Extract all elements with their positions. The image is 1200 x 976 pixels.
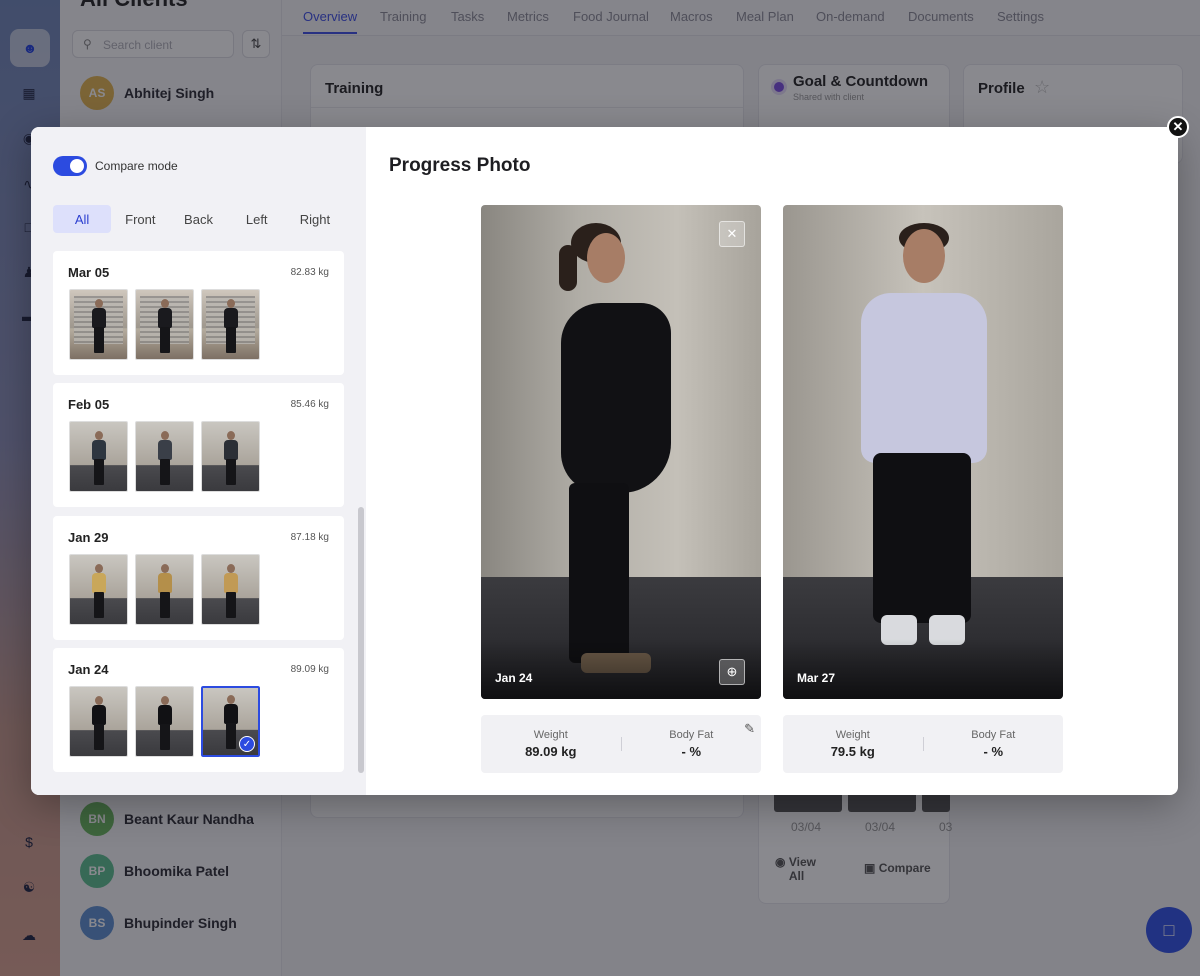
photo-thumbnail[interactable] bbox=[201, 421, 260, 492]
person-figure bbox=[157, 299, 172, 353]
shirt-print bbox=[893, 333, 955, 423]
modal-title: Progress Photo bbox=[389, 155, 531, 176]
filter-all[interactable]: All bbox=[53, 205, 112, 233]
compare-mode-label: Compare mode bbox=[95, 159, 178, 173]
photo-date: Jan 24 bbox=[495, 671, 533, 685]
compare-photo-left[interactable]: ✕ Jan 24 ⊕ bbox=[481, 205, 761, 699]
body-fat-value: - % bbox=[983, 744, 1004, 759]
entry-thumbnails: ✓ bbox=[69, 685, 261, 758]
person-figure bbox=[91, 299, 106, 353]
photo-thumbnail[interactable] bbox=[135, 289, 194, 360]
compare-mode-row: Compare mode bbox=[53, 156, 178, 176]
person-figure bbox=[223, 299, 238, 353]
entry-date: Jan 29 bbox=[68, 530, 109, 545]
photo-stats-right: Weight 79.5 kg Body Fat - % bbox=[783, 715, 1063, 773]
filter-left[interactable]: Left bbox=[228, 205, 286, 233]
photo-list-sidebar: Compare mode All Front Back Left Right Mar 0… bbox=[31, 127, 366, 795]
zoom-icon[interactable]: ⊕ bbox=[719, 659, 745, 685]
entry-weight: 87.18 kg bbox=[290, 532, 329, 543]
person-figure bbox=[91, 696, 106, 750]
photo-thumbnail[interactable] bbox=[135, 686, 194, 757]
entry-date: Jan 24 bbox=[68, 662, 109, 677]
entry-date: Mar 05 bbox=[68, 265, 110, 280]
edit-icon[interactable]: ✎ bbox=[744, 721, 755, 737]
weight-stat: Weight 79.5 kg bbox=[783, 729, 923, 759]
entry-weight: 89.09 kg bbox=[290, 664, 329, 675]
photo-thumbnail[interactable] bbox=[135, 421, 194, 492]
photo-thumbnail[interactable] bbox=[69, 289, 128, 360]
entry-weight: 85.46 kg bbox=[290, 399, 329, 410]
entry-date: Feb 05 bbox=[68, 397, 110, 412]
photo-date: Mar 27 bbox=[797, 671, 836, 685]
filter-front[interactable]: Front bbox=[111, 205, 169, 233]
compare-photo-right[interactable]: Mar 27 bbox=[783, 205, 1063, 699]
photo-entry: Jan 24 89.09 kg ✓ bbox=[53, 648, 344, 772]
photo-thumbnail[interactable] bbox=[135, 554, 194, 625]
scrollbar[interactable] bbox=[358, 507, 364, 773]
person-figure bbox=[91, 431, 106, 485]
weight-value: 79.5 kg bbox=[830, 744, 875, 759]
entry-thumbnails bbox=[69, 421, 260, 492]
photo-thumbnail[interactable]: ✓ bbox=[200, 685, 261, 758]
photo-entry: Feb 05 85.46 kg bbox=[53, 383, 344, 507]
person-figure bbox=[157, 431, 172, 485]
checkmark-icon: ✓ bbox=[239, 736, 255, 752]
entry-thumbnails bbox=[69, 554, 260, 625]
body-fat-value: - % bbox=[681, 744, 702, 759]
photo-stats-left: Weight 89.09 kg Body Fat - % ✎ bbox=[481, 715, 761, 773]
person-figure bbox=[223, 564, 238, 618]
photo-entry: Mar 05 82.83 kg bbox=[53, 251, 344, 375]
remove-photo-icon[interactable]: ✕ bbox=[719, 221, 745, 247]
entry-weight: 82.83 kg bbox=[290, 267, 329, 278]
photo-entries-list: Mar 05 82.83 kg Feb 05 85.46 kg Jan 29 87.18 … bbox=[53, 251, 344, 773]
photo-thumbnail[interactable] bbox=[201, 289, 260, 360]
photo-thumbnail[interactable] bbox=[69, 421, 128, 492]
person-figure bbox=[157, 696, 172, 750]
progress-photo-modal: Compare mode All Front Back Left Right Mar 0… bbox=[31, 127, 1178, 795]
filter-back[interactable]: Back bbox=[169, 205, 227, 233]
photo-thumbnail[interactable] bbox=[201, 554, 260, 625]
person-figure bbox=[223, 431, 238, 485]
close-icon[interactable]: ✕ bbox=[1167, 116, 1189, 138]
weight-value: 89.09 kg bbox=[525, 744, 577, 759]
photo-gradient bbox=[783, 639, 1063, 699]
photo-entry: Jan 29 87.18 kg bbox=[53, 516, 344, 640]
person-figure bbox=[223, 695, 238, 749]
compare-mode-toggle[interactable] bbox=[53, 156, 87, 176]
weight-stat: Weight 89.09 kg bbox=[481, 729, 621, 759]
pose-filter-tabs: All Front Back Left Right bbox=[53, 205, 344, 233]
photo-thumbnail[interactable] bbox=[69, 686, 128, 757]
person-figure bbox=[157, 564, 172, 618]
person-figure bbox=[91, 564, 106, 618]
photo-thumbnail[interactable] bbox=[69, 554, 128, 625]
body-fat-stat: Body Fat - % bbox=[622, 729, 762, 759]
entry-thumbnails bbox=[69, 289, 260, 360]
filter-right[interactable]: Right bbox=[286, 205, 344, 233]
body-fat-stat: Body Fat - % bbox=[924, 729, 1064, 759]
